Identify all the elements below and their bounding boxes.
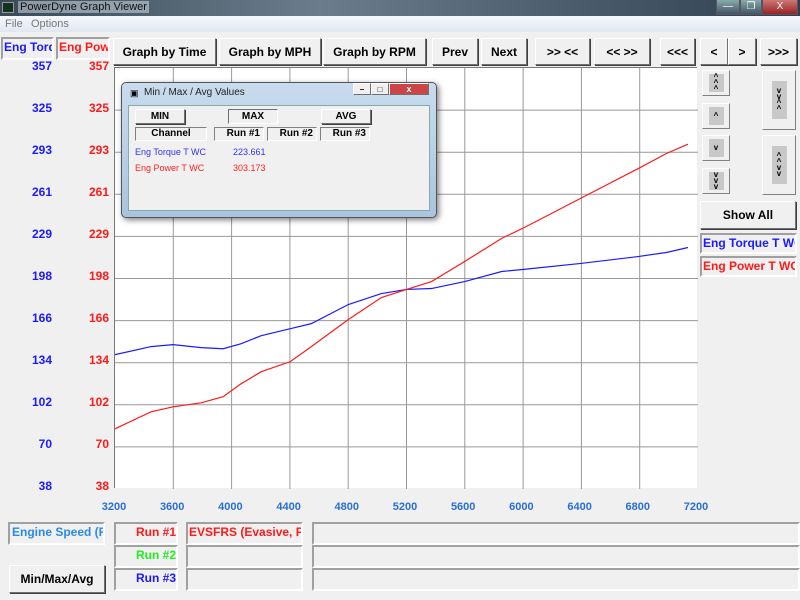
- legend-torque[interactable]: Eng Torque T WC: [700, 233, 797, 254]
- zoom-out-vertical-button[interactable]: ^ ^ v v: [762, 135, 796, 195]
- x-axis-channel[interactable]: Engine Speed (RI: [8, 522, 105, 545]
- prev-button[interactable]: Prev: [432, 38, 478, 65]
- power-tick-label: 102: [88, 395, 109, 409]
- min-max-avg-button[interactable]: Min/Max/Avg: [9, 565, 105, 593]
- collapse-icon: ^ ^ v v: [771, 146, 787, 184]
- torque-tick-label: 198: [31, 269, 52, 283]
- power-tick-label: 229: [88, 227, 109, 241]
- power-tick-label: 166: [88, 311, 109, 325]
- graph-by-mph-button[interactable]: Graph by MPH: [219, 38, 321, 65]
- dialog-title: Min / Max / Avg Values: [144, 87, 245, 98]
- run1-label: Run #1: [114, 522, 178, 545]
- zoom-in-x-button[interactable]: >> <<: [535, 38, 590, 65]
- expand-icon: v v ^ ^: [771, 81, 787, 119]
- menu-options[interactable]: Options: [31, 18, 69, 30]
- power-tick-label: 261: [88, 185, 109, 199]
- torque-tick-label: 38: [38, 479, 52, 493]
- series-line-eng-torque-t-wc: [114, 246, 689, 356]
- triple-up-icon: ^ ^ ^: [708, 73, 724, 93]
- run1-name[interactable]: EVSFRS (Evasive, FR: [186, 522, 303, 545]
- run2-name[interactable]: [186, 545, 303, 568]
- zoom-out-x-button[interactable]: << >>: [594, 38, 650, 65]
- power-axis-channel[interactable]: Eng Powe: [56, 37, 110, 60]
- tab-min[interactable]: MIN: [135, 109, 185, 124]
- row-run1-value: 223.661: [233, 147, 266, 157]
- app-icon: [2, 2, 14, 13]
- scroll-right-button[interactable]: >: [728, 38, 756, 65]
- maximize-button[interactable]: ❐: [740, 0, 762, 15]
- x-tick-label: 3200: [101, 501, 127, 513]
- torque-tick-label: 134: [31, 353, 52, 367]
- menu-bar: File Options: [0, 16, 800, 32]
- run2-notes[interactable]: [312, 545, 800, 568]
- run3-name[interactable]: [186, 568, 303, 591]
- next-button[interactable]: Next: [481, 38, 527, 65]
- x-tick-label: 4800: [334, 501, 360, 513]
- torque-tick-label: 293: [31, 143, 52, 157]
- x-tick-label: 5600: [450, 501, 476, 513]
- close-button[interactable]: X: [762, 0, 798, 15]
- tab-max[interactable]: MAX: [228, 109, 278, 124]
- show-all-button[interactable]: Show All: [700, 201, 796, 229]
- x-tick-label: 6800: [625, 501, 651, 513]
- triple-down-icon: vvv: [708, 171, 724, 191]
- zoom-in-vertical-button[interactable]: v v ^ ^: [762, 70, 796, 130]
- power-tick-label: 38: [95, 479, 109, 493]
- graph-by-rpm-button[interactable]: Graph by RPM: [323, 38, 426, 65]
- torque-tick-label: 325: [31, 101, 52, 115]
- power-tick-label: 325: [88, 101, 109, 115]
- header-channel: Channel: [135, 127, 207, 141]
- scroll-bottom-button[interactable]: vvv: [702, 168, 730, 194]
- down-icon: v: [708, 139, 724, 157]
- scroll-up-button[interactable]: ^: [702, 103, 730, 129]
- legend-power[interactable]: Eng Power T WC: [700, 256, 797, 277]
- x-tick-label: 5200: [392, 501, 418, 513]
- torque-tick-label: 166: [31, 311, 52, 325]
- min-max-avg-dialog: ▣ Min / Max / Avg Values – □ x MIN MAX A…: [121, 82, 437, 218]
- torque-tick-label: 261: [31, 185, 52, 199]
- torque-tick-label: 229: [31, 227, 52, 241]
- window-title: PowerDyne Graph Viewer: [18, 1, 149, 13]
- x-tick-label: 7200: [683, 501, 709, 513]
- row-run1-value: 303.173: [233, 163, 266, 173]
- x-tick-label: 6000: [509, 501, 534, 513]
- x-tick-label: 4000: [218, 501, 243, 513]
- torque-tick-label: 357: [31, 59, 52, 73]
- scroll-top-button[interactable]: ^ ^ ^: [702, 70, 730, 96]
- torque-tick-label: 70: [38, 437, 52, 451]
- row-channel: Eng Power T WC: [135, 163, 205, 173]
- header-run1: Run #1: [214, 127, 264, 141]
- torque-axis-channel[interactable]: Eng Torq: [1, 37, 54, 60]
- graph-by-time-button[interactable]: Graph by Time: [113, 38, 216, 65]
- dialog-minimize[interactable]: –: [353, 83, 371, 95]
- power-tick-label: 293: [88, 143, 109, 157]
- scroll-start-button[interactable]: <<<: [660, 38, 695, 65]
- scroll-end-button[interactable]: >>>: [760, 38, 797, 65]
- scroll-left-button[interactable]: <: [700, 38, 728, 65]
- menu-file[interactable]: File: [5, 18, 23, 30]
- dialog-close[interactable]: x: [389, 83, 429, 95]
- title-bar: PowerDyne Graph Viewer — ❐ X: [0, 0, 800, 16]
- torque-tick-label: 102: [31, 395, 52, 409]
- x-tick-label: 6400: [567, 501, 592, 513]
- power-tick-label: 70: [95, 437, 109, 451]
- run3-notes[interactable]: [312, 568, 800, 591]
- x-tick-label: 4400: [276, 501, 301, 513]
- up-icon: ^: [708, 107, 724, 125]
- header-run3: Run #3: [320, 127, 370, 141]
- power-tick-label: 357: [88, 59, 109, 73]
- power-tick-label: 134: [88, 353, 109, 367]
- dialog-maximize[interactable]: □: [371, 83, 389, 95]
- run1-notes[interactable]: [312, 522, 800, 545]
- x-tick-label: 3600: [159, 501, 185, 513]
- row-channel: Eng Torque T WC: [135, 147, 207, 157]
- run3-label: Run #3: [114, 568, 178, 591]
- power-tick-label: 198: [88, 269, 109, 283]
- scroll-down-button[interactable]: v: [702, 135, 730, 161]
- minimize-button[interactable]: —: [716, 0, 740, 15]
- run2-label: Run #2: [114, 545, 178, 568]
- header-run2: Run #2: [267, 127, 317, 141]
- dialog-icon: ▣: [130, 88, 139, 98]
- tab-avg[interactable]: AVG: [321, 109, 371, 124]
